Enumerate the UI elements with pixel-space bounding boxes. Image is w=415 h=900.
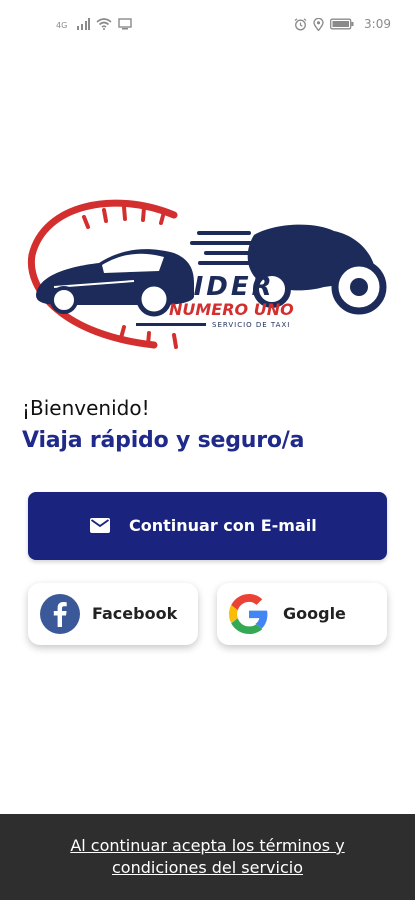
terms-link[interactable]: Al continuar acepta los términos y condi… xyxy=(24,835,391,879)
continue-email-label: Continuar con E-mail xyxy=(129,516,317,535)
welcome-tagline: Viaja rápido y seguro/a xyxy=(22,428,305,453)
facebook-label: Facebook xyxy=(92,604,178,623)
wifi-icon xyxy=(96,18,112,30)
status-bar: 4G 3:09 xyxy=(0,0,415,48)
google-label: Google xyxy=(283,604,346,623)
signal-icon: 4G xyxy=(56,18,70,30)
facebook-login-button[interactable]: Facebook xyxy=(28,583,198,645)
google-login-button[interactable]: Google xyxy=(217,583,387,645)
facebook-icon xyxy=(40,594,80,634)
location-icon xyxy=(313,17,324,31)
battery-icon xyxy=(330,18,354,30)
brand-subtitle: SERVICIO DE TAXI xyxy=(212,321,290,329)
brand-logo: LIDER NUMERO UNO SERVICIO DE TAXI xyxy=(24,195,394,360)
status-left: 4G xyxy=(56,18,132,30)
welcome-heading: ¡Bienvenido! xyxy=(22,396,150,420)
alarm-icon xyxy=(294,17,307,31)
svg-text:4G: 4G xyxy=(56,21,67,30)
status-time: 3:09 xyxy=(364,17,391,31)
continue-email-button[interactable]: Continuar con E-mail xyxy=(28,492,387,560)
terms-footer: Al continuar acepta los términos y condi… xyxy=(0,814,415,900)
google-icon xyxy=(229,594,269,634)
signal-bars-icon xyxy=(76,18,90,30)
brand-name-line1: LIDER xyxy=(174,272,275,302)
status-right: 3:09 xyxy=(294,17,391,31)
login-screen: 4G 3:09 LIDER NUMERO UNO SERVICIO DE TAX… xyxy=(0,0,415,900)
brand-name-line2: NUMERO UNO xyxy=(169,300,294,319)
mail-icon xyxy=(90,518,110,538)
screen-cast-icon xyxy=(118,18,132,30)
